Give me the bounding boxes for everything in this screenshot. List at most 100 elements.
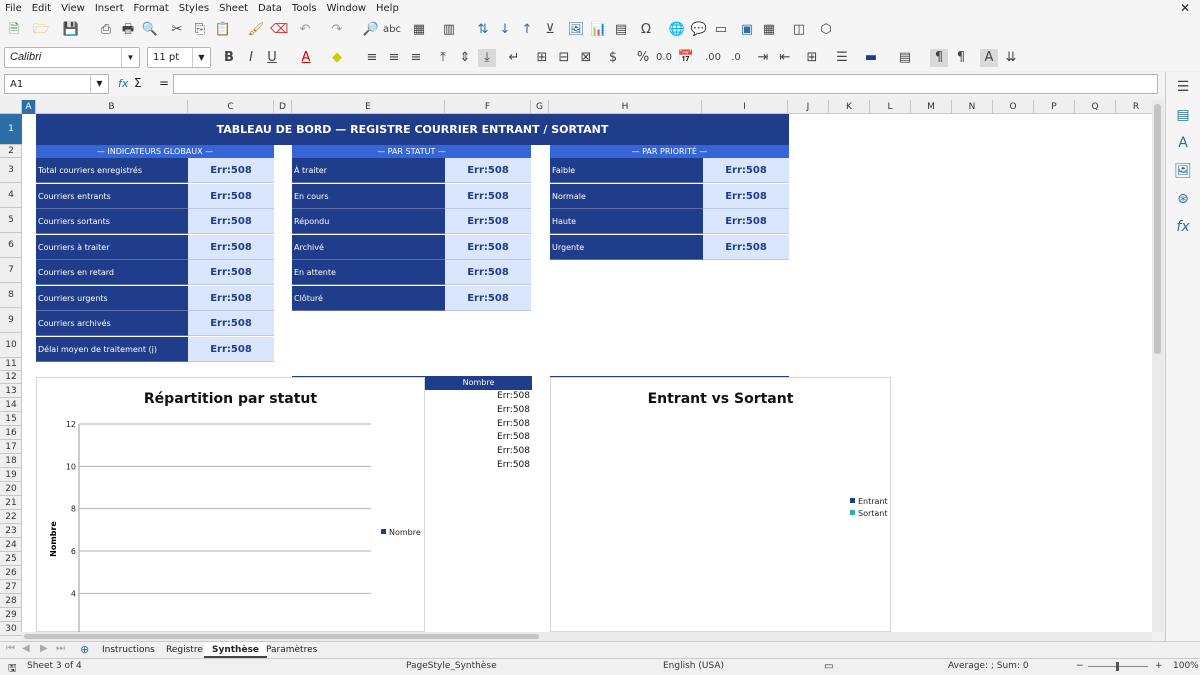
wrap-text-icon[interactable]: ↵ bbox=[505, 49, 523, 67]
menu-item-edit[interactable]: Edit bbox=[27, 3, 56, 14]
row-header-20[interactable]: 20 bbox=[0, 482, 22, 496]
sheet-tab[interactable]: Paramètres bbox=[258, 642, 325, 658]
column-header-e[interactable]: E bbox=[292, 100, 445, 114]
column-header-g[interactable]: G bbox=[531, 100, 549, 114]
menu-item-format[interactable]: Format bbox=[129, 3, 174, 14]
row-header-8[interactable]: 8 bbox=[0, 283, 22, 308]
copy-icon[interactable]: ⎘ bbox=[191, 21, 209, 39]
zoom-level[interactable]: 100% bbox=[1173, 661, 1199, 671]
styles-icon[interactable]: A bbox=[1174, 134, 1192, 152]
row-header-21[interactable]: 21 bbox=[0, 496, 22, 510]
new-document-icon[interactable]: 🗎 bbox=[5, 21, 23, 39]
functions-icon[interactable]: fx bbox=[1174, 218, 1192, 236]
vertical-scrollbar[interactable] bbox=[1152, 100, 1164, 632]
chart-repartition-statut[interactable]: Répartition par statut 24681012NombreNom… bbox=[36, 377, 425, 632]
save-icon[interactable]: 💾 bbox=[62, 21, 80, 39]
sheet-tab[interactable]: Registre bbox=[158, 642, 211, 658]
chevron-down-icon[interactable]: ▼ bbox=[192, 48, 210, 67]
nombre-cell[interactable]: Err:508 bbox=[425, 391, 530, 401]
chart-entrant-sortant[interactable]: Entrant vs Sortant Entrant Sortant bbox=[550, 377, 891, 632]
indicator-value[interactable]: Err:508 bbox=[445, 260, 531, 285]
right-to-left-icon[interactable]: ¶ bbox=[952, 49, 970, 67]
number-format-icon[interactable]: 0.0 bbox=[655, 49, 673, 67]
column-header-d[interactable]: D bbox=[274, 100, 292, 114]
row-header-28[interactable]: 28 bbox=[0, 594, 22, 608]
zoom-slider-handle[interactable] bbox=[1116, 662, 1119, 671]
column-header-m[interactable]: M bbox=[911, 100, 952, 114]
scroll-thumb[interactable] bbox=[24, 634, 539, 639]
menu-item-help[interactable]: Help bbox=[371, 3, 404, 14]
row-header-6[interactable]: 6 bbox=[0, 233, 22, 258]
clear-formatting-icon[interactable]: ⌫ bbox=[270, 21, 288, 39]
name-box[interactable]: A1 ▼ bbox=[4, 74, 109, 94]
align-top-icon[interactable]: ⤒ bbox=[434, 49, 452, 67]
row-header-15[interactable]: 15 bbox=[0, 412, 22, 426]
menu-item-insert[interactable]: Insert bbox=[90, 3, 129, 14]
row-header-25[interactable]: 25 bbox=[0, 552, 22, 566]
column-header-o[interactable]: O bbox=[993, 100, 1034, 114]
bold-icon[interactable]: B bbox=[220, 49, 238, 67]
align-right-icon[interactable]: ≡ bbox=[407, 49, 425, 67]
zoom-out-icon[interactable]: − bbox=[1076, 661, 1084, 671]
column-header-b[interactable]: B bbox=[36, 100, 188, 114]
column-header-h[interactable]: H bbox=[549, 100, 702, 114]
function-wizard-icon[interactable]: fx bbox=[118, 77, 128, 90]
row-header-23[interactable]: 23 bbox=[0, 524, 22, 538]
row-header-24[interactable]: 24 bbox=[0, 538, 22, 552]
select-all-corner[interactable] bbox=[0, 100, 22, 114]
nombre-cell[interactable]: Err:508 bbox=[425, 460, 530, 470]
chevron-down-icon[interactable]: ▼ bbox=[90, 75, 108, 93]
indicator-value[interactable]: Err:508 bbox=[703, 158, 789, 183]
row-icon[interactable]: ▦ bbox=[410, 21, 428, 39]
hamburger-menu-icon[interactable]: ☰ bbox=[1174, 78, 1192, 96]
align-left-icon[interactable]: ≡ bbox=[363, 49, 381, 67]
column-header-j[interactable]: J bbox=[788, 100, 829, 114]
last-sheet-icon[interactable]: ⏭ bbox=[56, 643, 65, 654]
decrease-indent-icon[interactable]: ⇤ bbox=[776, 49, 794, 67]
column-header-k[interactable]: K bbox=[829, 100, 870, 114]
menu-item-view[interactable]: View bbox=[56, 3, 90, 14]
date-format-icon[interactable]: 📅 bbox=[677, 49, 695, 67]
menu-item-sheet[interactable]: Sheet bbox=[214, 3, 253, 14]
header-footer-icon[interactable]: ▭ bbox=[712, 21, 730, 39]
nombre-cell[interactable]: Err:508 bbox=[425, 446, 530, 456]
scroll-thumb[interactable] bbox=[1154, 104, 1161, 354]
horizontal-scrollbar[interactable] bbox=[22, 632, 1152, 641]
row-header-14[interactable]: 14 bbox=[0, 398, 22, 412]
menu-item-tools[interactable]: Tools bbox=[287, 3, 322, 14]
sort-ascending-icon[interactable]: ↓ bbox=[496, 21, 514, 39]
border-color-icon[interactable]: ▬ bbox=[862, 49, 880, 67]
export-pdf-icon[interactable]: ⎙ bbox=[97, 21, 115, 39]
clone-formatting-icon[interactable]: 🖌 bbox=[247, 21, 265, 39]
menu-item-window[interactable]: Window bbox=[322, 3, 371, 14]
row-header-11[interactable]: 11 bbox=[0, 358, 22, 371]
add-sheet-icon[interactable]: ⊕ bbox=[80, 643, 89, 656]
freeze-rows-icon[interactable]: ▦ bbox=[760, 21, 778, 39]
special-character-icon[interactable]: Ω bbox=[637, 21, 655, 39]
row-header-1[interactable]: 1 bbox=[0, 114, 22, 145]
menu-item-data[interactable]: Data bbox=[253, 3, 287, 14]
row-header-4[interactable]: 4 bbox=[0, 183, 22, 208]
percent-format-icon[interactable]: % bbox=[634, 49, 652, 67]
font-size-box[interactable]: 11 pt ▼ bbox=[147, 47, 211, 68]
cut-icon[interactable]: ✂ bbox=[168, 21, 186, 39]
row-header-3[interactable]: 3 bbox=[0, 158, 22, 183]
page-style[interactable]: PageStyle_Synthèse bbox=[406, 661, 497, 671]
column-header-i[interactable]: I bbox=[702, 100, 788, 114]
indicator-value[interactable]: Err:508 bbox=[445, 285, 531, 311]
row-header-19[interactable]: 19 bbox=[0, 468, 22, 482]
menu-item-styles[interactable]: Styles bbox=[174, 3, 214, 14]
gallery-icon[interactable]: 🖼 bbox=[1174, 162, 1192, 180]
column-header-n[interactable]: N bbox=[952, 100, 993, 114]
menu-item-file[interactable]: File bbox=[0, 3, 27, 14]
row-header-16[interactable]: 16 bbox=[0, 426, 22, 440]
find-replace-icon[interactable]: 🔎 bbox=[362, 21, 380, 39]
conditional-format-icon[interactable]: ▤ bbox=[896, 49, 914, 67]
align-bottom-icon[interactable]: ⤓ bbox=[478, 49, 496, 67]
indicator-value[interactable]: Err:508 bbox=[188, 311, 274, 336]
language[interactable]: English (USA) bbox=[663, 661, 724, 671]
prev-sheet-icon[interactable]: ◀ bbox=[22, 643, 30, 654]
next-sheet-icon[interactable]: ▶ bbox=[40, 643, 48, 654]
status-summary[interactable]: Average: ; Sum: 0 bbox=[948, 661, 1029, 671]
properties-icon[interactable]: ▤ bbox=[1174, 106, 1192, 124]
